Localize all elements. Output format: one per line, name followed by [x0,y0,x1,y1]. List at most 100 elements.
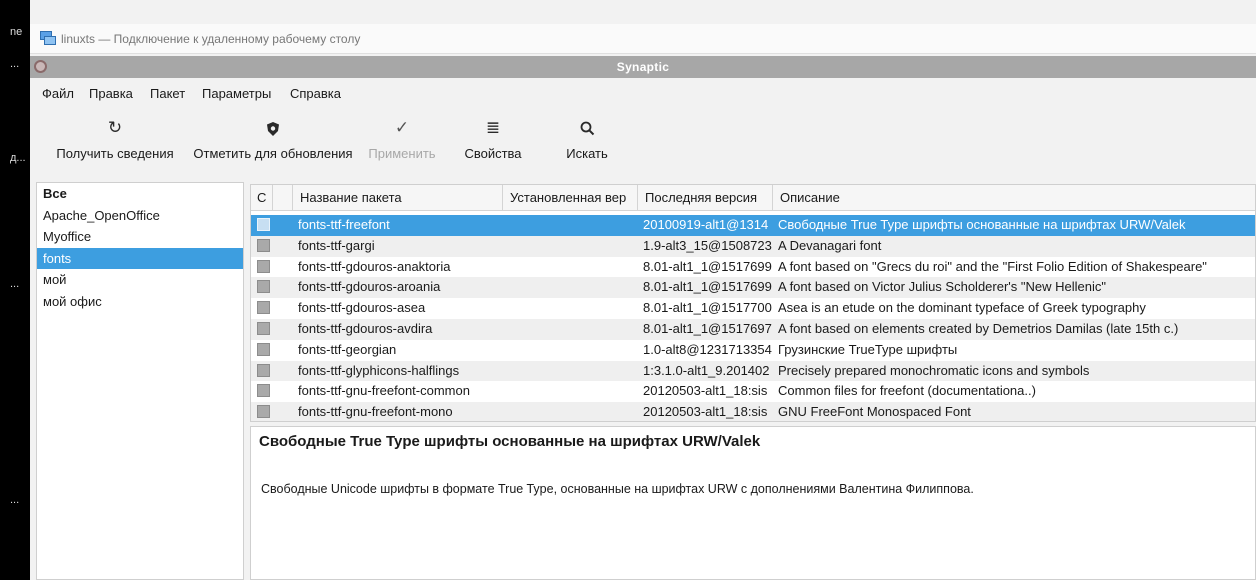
table-row[interactable]: fonts-ttf-gdouros-avdira 8.01-alt1_1@1517… [251,319,1255,340]
menu-settings[interactable]: Параметры [202,86,271,101]
filter-item-apache-openoffice[interactable]: Apache_OpenOffice [37,205,243,227]
installed-version-cell [508,236,636,257]
menubar: Файл Правка Пакет Параметры Справка [30,78,1256,108]
latest-version-cell: 8.01-alt1_1@1517699 [643,279,772,295]
shield-icon [188,116,358,140]
package-name-cell: fonts-ttf-gdouros-aroania [298,279,441,295]
latest-version-cell: 20120503-alt1_18:sis [643,383,768,399]
properties-label: Свойства [464,146,522,161]
package-name-cell: fonts-ttf-georgian [298,341,397,357]
description-cell: A Devanagari font [778,237,882,253]
package-status-checkbox[interactable] [257,280,270,294]
column-status[interactable]: С [251,185,273,211]
latest-version-cell: 8.01-alt1_1@1517699 [643,258,772,274]
installed-version-cell [508,215,636,236]
table-row[interactable]: fonts-ttf-georgian 1.0-alt8@1231713354 Гру… [251,339,1255,361]
desktop-label: ... [10,494,20,506]
package-status-checkbox[interactable] [257,342,270,356]
desktop-strip: ne ... д... ... ... [0,0,30,580]
package-status-checkbox[interactable] [257,405,270,419]
package-name-cell: fonts-ttf-gnu-freefont-mono [298,404,453,420]
search-label: Искать [566,146,608,161]
table-row[interactable]: fonts-ttf-gdouros-asea 8.01-alt1_1@151770… [251,298,1255,319]
package-status-checkbox[interactable] [257,218,270,231]
checkmark-icon: ✓ [394,118,410,137]
latest-version-cell: 8.01-alt1_1@1517700 [643,300,772,316]
package-name-cell: fonts-ttf-gnu-freefont-common [298,383,470,399]
installed-version-cell [508,402,636,421]
column-installed-version[interactable]: Установленная вер [503,185,638,211]
column-spacer [273,185,293,211]
synaptic-title-bar[interactable]: Synaptic [30,56,1256,78]
menu-help[interactable]: Справка [290,86,341,101]
mark-upgrades-button[interactable]: Отметить для обновления [188,116,358,161]
filter-item-fonts[interactable]: fonts [37,247,243,269]
installed-version-cell [508,277,636,298]
package-table: С Название пакета Установленная вер Посл… [250,184,1256,422]
filter-item-all[interactable]: Все [37,183,243,205]
latest-version-cell: 1.9-alt3_15@1508723 [643,237,772,253]
table-row[interactable]: fonts-ttf-gdouros-anaktoria 8.01-alt1_1@1… [251,256,1255,278]
reload-label: Получить сведения [56,146,174,161]
rdp-title-bar[interactable]: linuxts — Подключение к удаленному рабоч… [30,24,1256,54]
package-status-checkbox[interactable] [257,384,270,398]
filter-item-moi-ofis[interactable]: мой офис [37,291,243,313]
description-cell: A font based on Victor Julius Scholderer… [778,279,1106,295]
window-title: Synaptic [616,60,670,74]
rdp-window-title: linuxts — Подключение к удаленному рабоч… [61,32,361,46]
refresh-icon: ↻ [107,118,123,137]
desktop-label: д... [10,152,26,164]
desktop-label: ... [10,278,20,290]
installed-version-cell [508,298,636,319]
package-status-checkbox[interactable] [257,301,270,315]
package-status-checkbox[interactable] [257,259,270,273]
remote-desktop-icon [40,31,56,45]
latest-version-cell: 1.0-alt8@1231713354 [643,341,772,357]
desktop-label: ... [10,58,20,70]
installed-version-cell [508,381,636,402]
search-icon [556,116,618,140]
menu-package[interactable]: Пакет [150,86,185,101]
list-icon: ≣ [485,118,501,137]
package-name-cell: fonts-ttf-gargi [298,237,375,253]
properties-button[interactable]: ≣ Свойства [460,116,526,161]
package-status-checkbox[interactable] [257,322,270,335]
apply-button[interactable]: ✓ Применить [364,116,440,161]
menu-edit[interactable]: Правка [89,86,133,101]
package-status-checkbox[interactable] [257,238,270,252]
reload-button[interactable]: ↻ Получить сведения [52,116,178,161]
latest-version-cell: 8.01-alt1_1@1517697 [643,321,772,336]
search-button[interactable]: Искать [556,116,618,161]
remote-desktop-window: linuxts — Подключение к удаленному рабоч… [30,0,1256,580]
filter-item-myoffice[interactable]: Myoffice [37,226,243,248]
package-name-cell: fonts-ttf-glyphicons-halflings [298,362,460,378]
filter-item-moi[interactable]: мой [37,269,243,291]
description-cell: A font based on "Grecs du roi" and the "… [778,258,1207,274]
table-header: С Название пакета Установленная вер Посл… [251,185,1255,211]
description-cell: Common files for freefont (documentation… [778,383,1036,399]
table-row[interactable]: fonts-ttf-gargi 1.9-alt3_15@1508723 A Deva… [251,235,1255,257]
column-description[interactable]: Описание [773,185,1255,211]
column-latest-version[interactable]: Последняя версия [638,185,773,211]
description-cell: GNU FreeFont Monospaced Font [778,404,971,420]
description-cell: Грузинские TrueType шрифты [778,341,958,357]
description-cell: Свободные True Type шрифты основанные на… [778,217,1186,232]
table-row[interactable]: fonts-ttf-glyphicons-halflings 1:3.1.0-al… [251,360,1255,382]
table-row[interactable]: fonts-ttf-gnu-freefont-mono 20120503-alt1… [251,402,1255,421]
filter-list: Все Apache_OpenOffice Myoffice fonts мой… [36,182,244,580]
desktop-label: ne [10,26,23,38]
package-name-cell: fonts-ttf-freefont [298,217,390,232]
column-package-name[interactable]: Название пакета [293,185,503,211]
menu-file[interactable]: Файл [42,86,74,101]
table-row[interactable]: fonts-ttf-gdouros-aroania 8.01-alt1_1@151… [251,277,1255,299]
description-cell: Asea is an etude on the dominant typefac… [778,300,1146,316]
installed-version-cell [508,340,636,361]
description-cell: Precisely prepared monochromatic icons a… [778,362,1090,378]
description-title: Свободные True Type шрифты основанные на… [259,433,761,450]
package-name-cell: fonts-ttf-gdouros-avdira [298,321,433,336]
package-name-cell: fonts-ttf-gdouros-asea [298,300,426,316]
package-status-checkbox[interactable] [257,363,270,377]
table-row[interactable]: fonts-ttf-freefont 20100919-alt1@1314 Своб… [251,215,1255,236]
table-row[interactable]: fonts-ttf-gnu-freefont-common 20120503-al… [251,381,1255,403]
mark-upgrades-label: Отметить для обновления [193,146,353,161]
